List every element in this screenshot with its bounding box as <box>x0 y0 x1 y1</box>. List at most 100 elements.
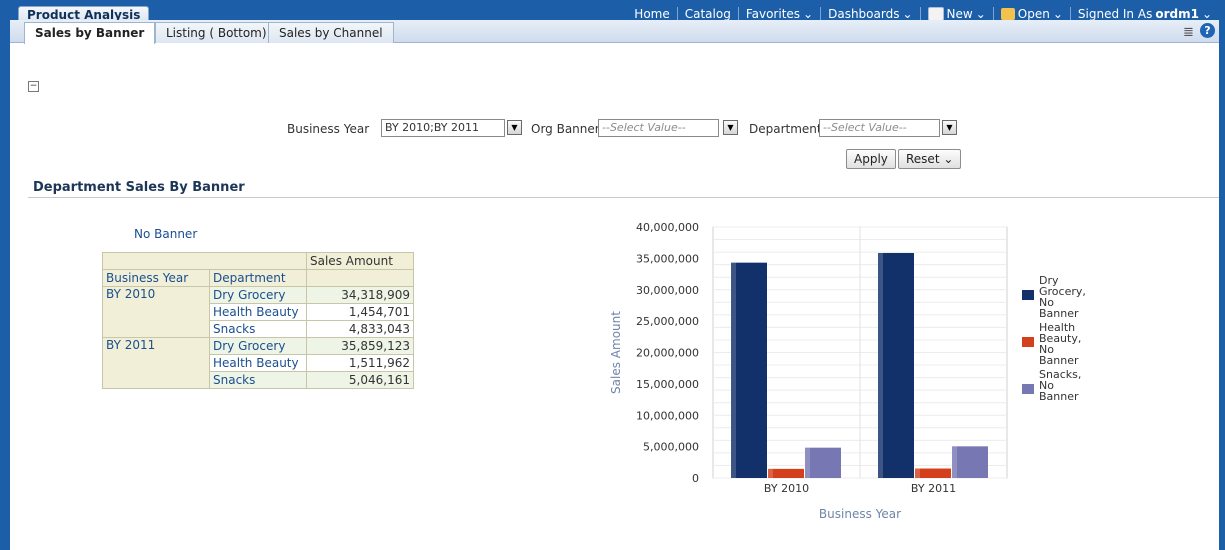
bar-highlight <box>731 262 736 478</box>
sales-amount-cell: 1,511,962 <box>306 354 414 372</box>
table-row: BY 2011 Dry Grocery 35,859,123 <box>102 337 414 389</box>
left-frame-edge <box>0 0 10 550</box>
measure-subheader-cell <box>306 269 414 287</box>
pivot-table: Sales Amount Business Year Department BY… <box>102 252 414 389</box>
row-header-year[interactable]: BY 2011 <box>102 337 210 389</box>
bar[interactable] <box>805 447 841 478</box>
user-name: ordm1 <box>1155 7 1199 21</box>
signed-in-label: Signed In As <box>1077 7 1153 21</box>
tab-sales-by-banner[interactable]: Sales by Banner <box>24 22 156 44</box>
new-document-icon <box>927 7 944 21</box>
department-cell[interactable]: Dry Grocery <box>209 337 307 355</box>
sales-amount-cell: 35,859,123 <box>306 337 414 355</box>
y-tick-label: 0 <box>692 472 699 485</box>
legend-item[interactable]: Dry Grocery, No Banner <box>1022 275 1094 319</box>
org-banner-label: Org Banner <box>531 122 600 136</box>
collapse-section-icon[interactable]: − <box>28 81 39 92</box>
department-dropdown-icon[interactable]: ▼ <box>942 120 957 135</box>
table-row: Sales Amount <box>102 252 414 270</box>
department-cell[interactable]: Dry Grocery <box>209 286 307 304</box>
bar[interactable] <box>878 252 914 478</box>
nav-new[interactable]: New ⌄ <box>919 7 993 21</box>
right-frame-edge <box>1219 0 1225 550</box>
sales-amount-cell: 1,454,701 <box>306 303 414 321</box>
pivot-corner-cell <box>102 252 307 270</box>
column-header-business-year[interactable]: Business Year <box>102 269 210 287</box>
reset-button[interactable]: Reset ⌄ <box>898 149 962 169</box>
y-tick-label: 15,000,000 <box>636 378 699 391</box>
department-cell[interactable]: Snacks <box>209 371 307 389</box>
bar-highlight <box>878 252 883 478</box>
y-tick-label: 20,000,000 <box>636 347 699 360</box>
bar-highlight <box>952 446 957 478</box>
chevron-down-icon: ⌄ <box>803 7 814 21</box>
y-axis-title: Sales Amount <box>609 311 623 394</box>
pivot-banner-heading[interactable]: No Banner <box>134 227 197 241</box>
apply-button[interactable]: Apply <box>846 149 896 169</box>
bar-highlight <box>915 468 920 478</box>
table-row: BY 2010 Dry Grocery 34,318,909 <box>102 286 414 338</box>
page-options-icon[interactable]: ≣ <box>1183 25 1194 40</box>
legend-label: Dry Grocery, No Banner <box>1039 274 1086 320</box>
department-cell[interactable]: Health Beauty <box>209 303 307 321</box>
table-row: Business Year Department <box>102 269 414 287</box>
tab-sales-by-channel[interactable]: Sales by Channel <box>268 22 394 43</box>
department-cell[interactable]: Health Beauty <box>209 354 307 372</box>
folder-icon <box>1000 8 1015 20</box>
business-year-field[interactable]: BY 2010;BY 2011 <box>381 119 505 137</box>
legend-swatch <box>1022 337 1034 347</box>
department-field[interactable]: --Select Value-- <box>819 119 940 137</box>
legend-item[interactable]: Health Beauty, No Banner <box>1022 322 1094 366</box>
bar[interactable] <box>915 468 951 478</box>
y-tick-label: 35,000,000 <box>636 252 699 265</box>
department-label: Department <box>749 122 822 136</box>
legend-label: Snacks, No Banner <box>1039 368 1082 403</box>
nav-open-label: Open <box>1017 7 1050 21</box>
y-tick-label: 30,000,000 <box>636 284 699 297</box>
x-tick-label: BY 2010 <box>764 482 809 495</box>
sales-amount-cell: 34,318,909 <box>306 286 414 304</box>
y-tick-label: 40,000,000 <box>636 221 699 234</box>
section-title: Department Sales By Banner <box>33 180 245 195</box>
bar[interactable] <box>952 446 988 478</box>
chevron-down-icon: ⌄ <box>975 7 986 21</box>
sales-amount-cell: 4,833,043 <box>306 320 414 338</box>
bar[interactable] <box>731 262 767 478</box>
department-cell[interactable]: Snacks <box>209 320 307 338</box>
y-tick-label: 5,000,000 <box>643 441 699 454</box>
row-header-year[interactable]: BY 2010 <box>102 286 210 338</box>
nav-favorites-label: Favorites <box>745 7 801 21</box>
global-nav: Home Catalog Favorites ⌄ Dashboards ⌄ New ⌄… <box>627 7 1219 21</box>
business-year-dropdown-icon[interactable]: ▼ <box>507 120 522 135</box>
nav-dashboards[interactable]: Dashboards ⌄ <box>820 7 919 21</box>
sales-bar-chart: 0 5,000,000 10,000,000 15,000,000 20,000,000… <box>609 221 1008 521</box>
chart-legend: Dry Grocery, No Banner Health Beauty, No… <box>1022 275 1094 405</box>
help-icon[interactable]: ? <box>1200 23 1215 38</box>
legend-swatch <box>1022 384 1034 394</box>
chevron-down-icon: ⌄ <box>1201 7 1212 21</box>
legend-swatch <box>1022 290 1034 300</box>
org-banner-field[interactable]: --Select Value-- <box>598 119 719 137</box>
y-tick-label: 25,000,000 <box>636 315 699 328</box>
chevron-down-icon: ⌄ <box>902 7 913 21</box>
sales-amount-cell: 5,046,161 <box>306 371 414 389</box>
legend-label: Health Beauty, No Banner <box>1039 321 1082 367</box>
nav-home[interactable]: Home <box>627 7 676 21</box>
column-header-department[interactable]: Department <box>209 269 307 287</box>
business-year-label: Business Year <box>287 122 370 136</box>
nav-signed-in[interactable]: Signed In As ordm1 ⌄ <box>1069 7 1219 21</box>
chevron-down-icon: ⌄ <box>1052 7 1063 21</box>
nav-open[interactable]: Open ⌄ <box>992 7 1070 21</box>
chevron-down-icon: ⌄ <box>943 152 954 166</box>
bar-highlight <box>768 468 773 478</box>
nav-favorites[interactable]: Favorites ⌄ <box>737 7 820 21</box>
bar-highlight <box>805 447 810 478</box>
measure-header: Sales Amount <box>306 252 414 270</box>
org-banner-dropdown-icon[interactable]: ▼ <box>723 120 738 135</box>
bar[interactable] <box>768 468 804 478</box>
nav-new-label: New <box>946 7 973 21</box>
tab-listing-bottom[interactable]: Listing ( Bottom) <box>155 22 278 43</box>
nav-catalog[interactable]: Catalog <box>676 7 738 21</box>
legend-item[interactable]: Snacks, No Banner <box>1022 369 1094 402</box>
reset-button-label: Reset <box>906 152 940 166</box>
